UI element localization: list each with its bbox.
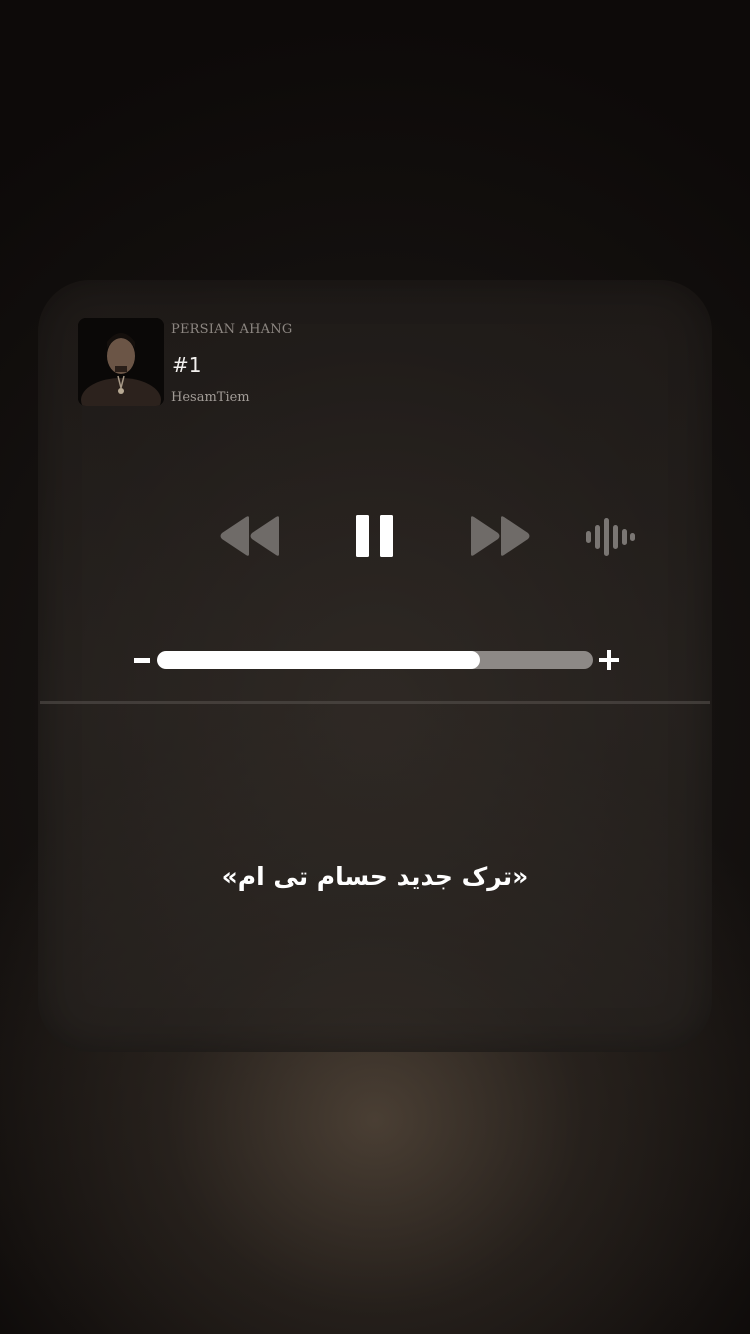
card-divider	[40, 701, 710, 704]
rewind-icon	[220, 516, 279, 556]
volume-slider-fill	[157, 651, 480, 669]
volume-down-icon[interactable]	[134, 658, 150, 663]
track-title: #1	[172, 353, 202, 377]
waveform-icon	[586, 518, 635, 556]
volume-slider[interactable]	[157, 651, 593, 669]
pause-button[interactable]	[352, 512, 398, 560]
waveform-button[interactable]	[584, 516, 636, 558]
pause-icon	[356, 515, 393, 557]
fast-forward-button[interactable]	[468, 514, 532, 558]
source-label: PERSIAN AHANG	[171, 322, 293, 337]
artist-name[interactable]: HesamTiem	[171, 390, 250, 405]
rewind-button[interactable]	[218, 514, 282, 558]
album-artwork[interactable]	[78, 318, 164, 406]
caption-text: «ترک جدید حسام تی ام»	[221, 862, 529, 891]
volume-up-icon[interactable]	[599, 650, 619, 670]
fast-forward-icon	[471, 516, 530, 556]
